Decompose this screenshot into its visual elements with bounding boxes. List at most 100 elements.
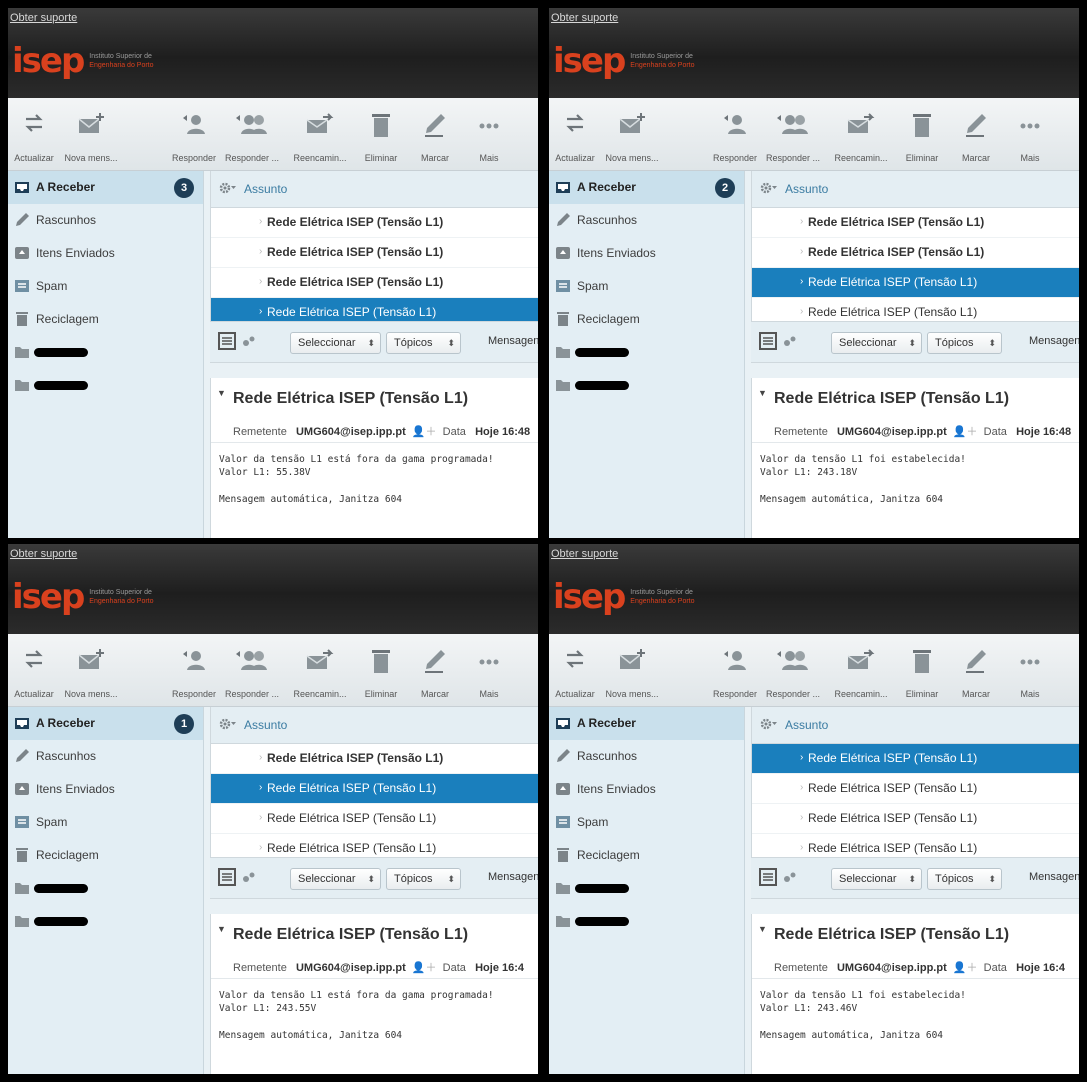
reply-all-button[interactable]: Responder ...: [761, 98, 825, 170]
gear-icon[interactable]: [219, 181, 237, 195]
subject-column-header[interactable]: Assunto: [244, 182, 287, 196]
folder-drafts[interactable]: Rascunhos: [549, 204, 744, 237]
folder-redacted-1[interactable]: [8, 872, 203, 905]
preview-layout-icon[interactable]: [218, 868, 236, 886]
folder-inbox[interactable]: A Receber 2: [549, 171, 744, 204]
new-message-button[interactable]: Nova mens...: [60, 634, 122, 706]
folder-sent[interactable]: Itens Enviados: [8, 773, 203, 806]
gear-icon[interactable]: [760, 717, 778, 731]
collapse-triangle-icon[interactable]: ▼: [217, 388, 226, 398]
folder-sent[interactable]: Itens Enviados: [549, 773, 744, 806]
thread-icon[interactable]: [783, 871, 797, 883]
mark-button[interactable]: Marcar: [951, 98, 1001, 170]
preview-layout-icon[interactable]: [759, 868, 777, 886]
folder-inbox[interactable]: A Receber 1: [8, 707, 203, 740]
reply-button[interactable]: Responder: [709, 634, 761, 706]
gear-icon[interactable]: [760, 181, 778, 195]
support-link[interactable]: Obter suporte: [551, 548, 618, 560]
thread-icon[interactable]: [242, 335, 256, 347]
reply-all-button[interactable]: Responder ...: [220, 634, 284, 706]
folder-sent[interactable]: Itens Enviados: [549, 237, 744, 270]
folder-drafts[interactable]: Rascunhos: [549, 740, 744, 773]
folder-drafts[interactable]: Rascunhos: [8, 204, 203, 237]
thread-icon[interactable]: [783, 335, 797, 347]
support-link[interactable]: Obter suporte: [551, 12, 618, 24]
add-contact-icon[interactable]: 👤＋: [950, 962, 981, 974]
topics-dropdown[interactable]: Tópicos ⬍: [927, 332, 1002, 354]
refresh-button[interactable]: Actualizar: [549, 98, 601, 170]
folder-redacted-2[interactable]: [549, 905, 744, 938]
mark-button[interactable]: Marcar: [951, 634, 1001, 706]
reply-button[interactable]: Responder: [168, 634, 220, 706]
sender-address[interactable]: UMG604@isep.ipp.pt: [837, 426, 947, 438]
folder-spam[interactable]: Spam: [8, 806, 203, 839]
reply-button[interactable]: Responder: [168, 98, 220, 170]
add-contact-icon[interactable]: 👤＋: [950, 426, 981, 438]
new-message-button[interactable]: Nova mens...: [601, 98, 663, 170]
collapse-triangle-icon[interactable]: ▼: [758, 924, 767, 934]
refresh-button[interactable]: Actualizar: [8, 634, 60, 706]
subject-column-header[interactable]: Assunto: [785, 718, 828, 732]
folder-redacted-2[interactable]: [549, 369, 744, 402]
select-dropdown[interactable]: Seleccionar ⬍: [831, 868, 922, 890]
topics-dropdown[interactable]: Tópicos ⬍: [927, 868, 1002, 890]
preview-layout-icon[interactable]: [218, 332, 236, 350]
message-row[interactable]: › Rede Elétrica ISEP (Tensão L1): [752, 268, 1079, 298]
more-button[interactable]: Mais: [1005, 634, 1055, 706]
topics-dropdown[interactable]: Tópicos ⬍: [386, 868, 461, 890]
message-row[interactable]: › Rede Elétrica ISEP (Tensão L1): [752, 774, 1079, 804]
forward-button[interactable]: Reencamin...: [829, 634, 893, 706]
topics-dropdown[interactable]: Tópicos ⬍: [386, 332, 461, 354]
sender-address[interactable]: UMG604@isep.ipp.pt: [837, 962, 947, 974]
new-message-button[interactable]: Nova mens...: [60, 98, 122, 170]
delete-button[interactable]: Eliminar: [897, 634, 947, 706]
reply-all-button[interactable]: Responder ...: [220, 98, 284, 170]
select-dropdown[interactable]: Seleccionar ⬍: [831, 332, 922, 354]
add-contact-icon[interactable]: 👤＋: [409, 426, 440, 438]
folder-redacted-2[interactable]: [8, 369, 203, 402]
message-row[interactable]: › Rede Elétrica ISEP (Tensão L1): [211, 804, 538, 834]
refresh-button[interactable]: Actualizar: [8, 98, 60, 170]
folder-spam[interactable]: Spam: [549, 806, 744, 839]
folder-trash[interactable]: Reciclagem: [8, 839, 203, 872]
folder-trash[interactable]: Reciclagem: [549, 303, 744, 336]
collapse-triangle-icon[interactable]: ▼: [217, 924, 226, 934]
new-message-button[interactable]: Nova mens...: [601, 634, 663, 706]
folder-redacted-1[interactable]: [8, 336, 203, 369]
delete-button[interactable]: Eliminar: [356, 634, 406, 706]
collapse-triangle-icon[interactable]: ▼: [758, 388, 767, 398]
folder-drafts[interactable]: Rascunhos: [8, 740, 203, 773]
folder-spam[interactable]: Spam: [549, 270, 744, 303]
subject-column-header[interactable]: Assunto: [244, 718, 287, 732]
support-link[interactable]: Obter suporte: [10, 12, 77, 24]
more-button[interactable]: Mais: [1005, 98, 1055, 170]
message-row[interactable]: › Rede Elétrica ISEP (Tensão L1): [211, 208, 538, 238]
forward-button[interactable]: Reencamin...: [829, 98, 893, 170]
message-row[interactable]: › Rede Elétrica ISEP (Tensão L1): [752, 238, 1079, 268]
thread-icon[interactable]: [242, 871, 256, 883]
delete-button[interactable]: Eliminar: [356, 98, 406, 170]
folder-trash[interactable]: Reciclagem: [549, 839, 744, 872]
sender-address[interactable]: UMG604@isep.ipp.pt: [296, 426, 406, 438]
message-row[interactable]: › Rede Elétrica ISEP (Tensão L1): [752, 208, 1079, 238]
folder-redacted-2[interactable]: [8, 905, 203, 938]
folder-redacted-1[interactable]: [549, 336, 744, 369]
refresh-button[interactable]: Actualizar: [549, 634, 601, 706]
folder-inbox[interactable]: A Receber: [549, 707, 744, 740]
reply-all-button[interactable]: Responder ...: [761, 634, 825, 706]
forward-button[interactable]: Reencamin...: [288, 98, 352, 170]
preview-layout-icon[interactable]: [759, 332, 777, 350]
message-row[interactable]: › Rede Elétrica ISEP (Tensão L1): [211, 744, 538, 774]
message-row[interactable]: › Rede Elétrica ISEP (Tensão L1): [752, 804, 1079, 834]
sender-address[interactable]: UMG604@isep.ipp.pt: [296, 962, 406, 974]
message-row[interactable]: › Rede Elétrica ISEP (Tensão L1): [211, 774, 538, 804]
forward-button[interactable]: Reencamin...: [288, 634, 352, 706]
reply-button[interactable]: Responder: [709, 98, 761, 170]
folder-trash[interactable]: Reciclagem: [8, 303, 203, 336]
gear-icon[interactable]: [219, 717, 237, 731]
mark-button[interactable]: Marcar: [410, 98, 460, 170]
folder-spam[interactable]: Spam: [8, 270, 203, 303]
delete-button[interactable]: Eliminar: [897, 98, 947, 170]
subject-column-header[interactable]: Assunto: [785, 182, 828, 196]
more-button[interactable]: Mais: [464, 98, 514, 170]
